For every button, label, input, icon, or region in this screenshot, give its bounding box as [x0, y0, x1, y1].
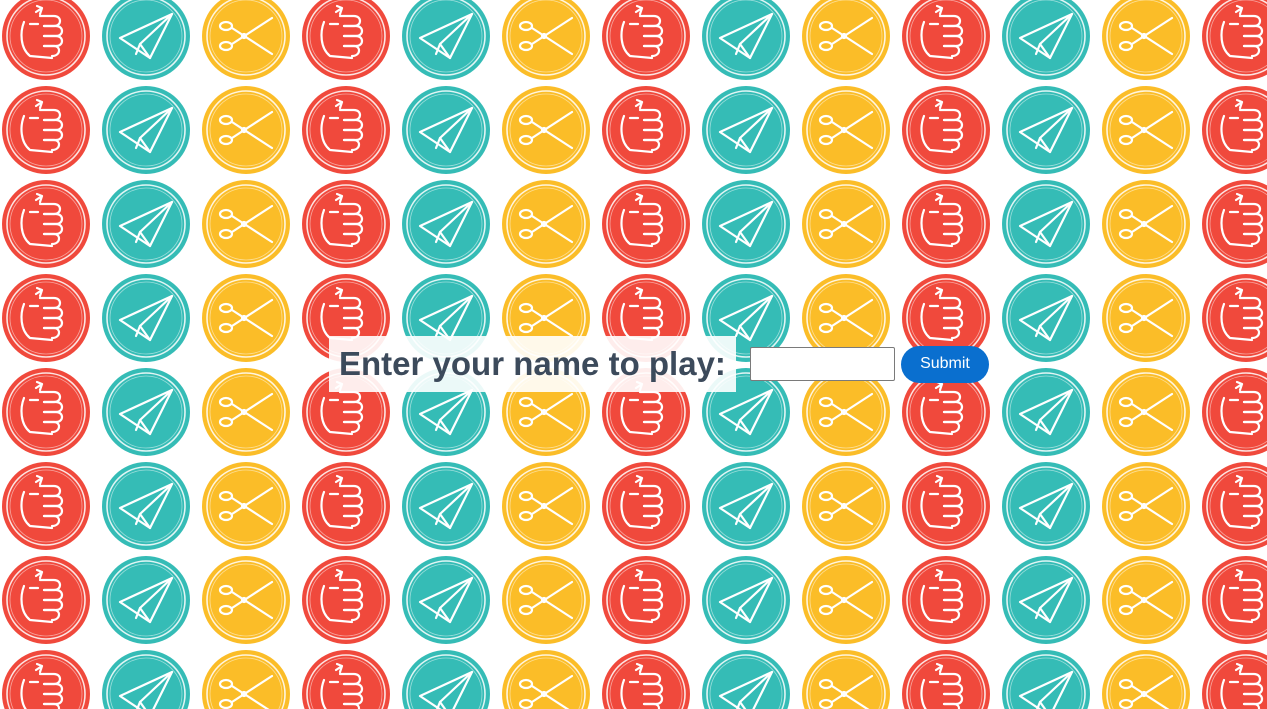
- paper-plane-icon: [402, 650, 490, 709]
- scissors-icon: [802, 650, 890, 709]
- fist-icon: [2, 180, 90, 268]
- scissors-icon: [202, 274, 290, 362]
- fist-icon: [602, 556, 690, 644]
- fist-icon: [2, 368, 90, 456]
- scissors-icon: [202, 462, 290, 550]
- fist-icon: [602, 86, 690, 174]
- paper-plane-icon: [702, 86, 790, 174]
- fist-icon: [1202, 0, 1267, 80]
- fist-icon: [2, 650, 90, 709]
- fist-icon: [902, 556, 990, 644]
- scissors-icon: [502, 180, 590, 268]
- scissors-icon: [1102, 180, 1190, 268]
- fist-icon: [2, 0, 90, 80]
- scissors-icon: [1102, 462, 1190, 550]
- paper-plane-icon: [1002, 180, 1090, 268]
- paper-plane-icon: [1002, 368, 1090, 456]
- prompt-box: Enter your name to play:: [329, 336, 736, 392]
- submit-button[interactable]: Submit: [900, 345, 989, 383]
- fist-icon: [602, 462, 690, 550]
- scissors-icon: [502, 556, 590, 644]
- fist-icon: [2, 556, 90, 644]
- paper-plane-icon: [1002, 556, 1090, 644]
- scissors-icon: [1102, 274, 1190, 362]
- fist-icon: [602, 650, 690, 709]
- fist-icon: [1202, 368, 1267, 456]
- scissors-icon: [202, 556, 290, 644]
- scissors-icon: [802, 0, 890, 80]
- name-input[interactable]: [749, 347, 895, 381]
- paper-plane-icon: [102, 556, 190, 644]
- paper-plane-icon: [102, 368, 190, 456]
- fist-icon: [1202, 86, 1267, 174]
- paper-plane-icon: [702, 556, 790, 644]
- scissors-icon: [202, 368, 290, 456]
- paper-plane-icon: [702, 0, 790, 80]
- paper-plane-icon: [1002, 650, 1090, 709]
- fist-icon: [302, 180, 390, 268]
- fist-icon: [1202, 650, 1267, 709]
- scissors-icon: [202, 86, 290, 174]
- scissors-icon: [802, 86, 890, 174]
- paper-plane-icon: [1002, 274, 1090, 362]
- fist-icon: [302, 556, 390, 644]
- fist-icon: [602, 180, 690, 268]
- paper-plane-icon: [102, 0, 190, 80]
- fist-icon: [1202, 556, 1267, 644]
- fist-icon: [2, 274, 90, 362]
- paper-plane-icon: [1002, 0, 1090, 80]
- name-prompt-label: Enter your name to play:: [339, 345, 726, 382]
- fist-icon: [302, 462, 390, 550]
- paper-plane-icon: [402, 180, 490, 268]
- fist-icon: [902, 650, 990, 709]
- scissors-icon: [502, 462, 590, 550]
- fist-icon: [902, 462, 990, 550]
- paper-plane-icon: [102, 86, 190, 174]
- scissors-icon: [1102, 650, 1190, 709]
- scissors-icon: [802, 462, 890, 550]
- paper-plane-icon: [1002, 86, 1090, 174]
- paper-plane-icon: [702, 650, 790, 709]
- scissors-icon: [1102, 0, 1190, 80]
- scissors-icon: [202, 650, 290, 709]
- fist-icon: [302, 86, 390, 174]
- paper-plane-icon: [1002, 462, 1090, 550]
- fist-icon: [302, 0, 390, 80]
- scissors-icon: [1102, 556, 1190, 644]
- fist-icon: [602, 0, 690, 80]
- scissors-icon: [502, 650, 590, 709]
- scissors-icon: [202, 0, 290, 80]
- paper-plane-icon: [702, 180, 790, 268]
- paper-plane-icon: [402, 462, 490, 550]
- fist-icon: [2, 86, 90, 174]
- fist-icon: [1202, 274, 1267, 362]
- name-entry-form: Enter your name to play: Submit: [329, 336, 989, 392]
- paper-plane-icon: [402, 86, 490, 174]
- scissors-icon: [802, 556, 890, 644]
- scissors-icon: [202, 180, 290, 268]
- paper-plane-icon: [102, 462, 190, 550]
- fist-icon: [302, 650, 390, 709]
- paper-plane-icon: [402, 556, 490, 644]
- scissors-icon: [802, 180, 890, 268]
- scissors-icon: [502, 0, 590, 80]
- fist-icon: [1202, 462, 1267, 550]
- paper-plane-icon: [102, 274, 190, 362]
- scissors-icon: [502, 86, 590, 174]
- fist-icon: [1202, 180, 1267, 268]
- paper-plane-icon: [702, 462, 790, 550]
- paper-plane-icon: [402, 0, 490, 80]
- paper-plane-icon: [102, 650, 190, 709]
- fist-icon: [902, 180, 990, 268]
- scissors-icon: [1102, 368, 1190, 456]
- fist-icon: [902, 86, 990, 174]
- fist-icon: [2, 462, 90, 550]
- paper-plane-icon: [102, 180, 190, 268]
- fist-icon: [902, 0, 990, 80]
- scissors-icon: [1102, 86, 1190, 174]
